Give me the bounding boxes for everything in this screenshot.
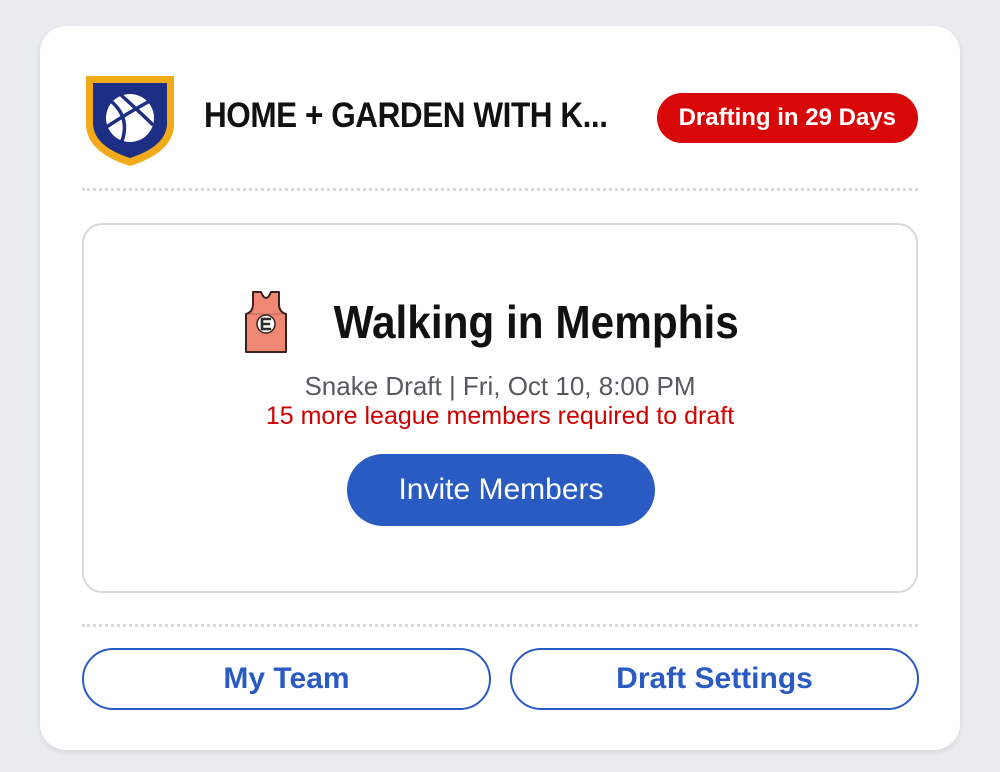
team-panel: Walking in Memphis Snake Draft | Fri, Oc… — [82, 223, 918, 593]
members-required-warning: 15 more league members required to draft — [265, 402, 735, 430]
team-title-row: Walking in Memphis — [84, 287, 916, 357]
invite-members-button[interactable]: Invite Members — [347, 454, 655, 526]
league-header: HOME + GARDEN WITH K... Drafting in 29 D… — [82, 72, 918, 168]
draft-settings-button[interactable]: Draft Settings — [510, 648, 919, 710]
my-team-button[interactable]: My Team — [82, 648, 491, 710]
draft-countdown-badge: Drafting in 29 Days — [656, 93, 918, 143]
league-card: HOME + GARDEN WITH K... Drafting in 29 D… — [40, 26, 960, 750]
header-divider — [82, 188, 918, 191]
team-name[interactable]: Walking in Memphis — [333, 295, 738, 349]
jersey-icon — [244, 291, 287, 353]
draft-info: Snake Draft | Fri, Oct 10, 8:00 PM — [304, 371, 696, 401]
footer-divider — [82, 624, 918, 627]
basketball-shield-icon — [86, 76, 174, 166]
league-name[interactable]: HOME + GARDEN WITH K... — [204, 96, 608, 136]
